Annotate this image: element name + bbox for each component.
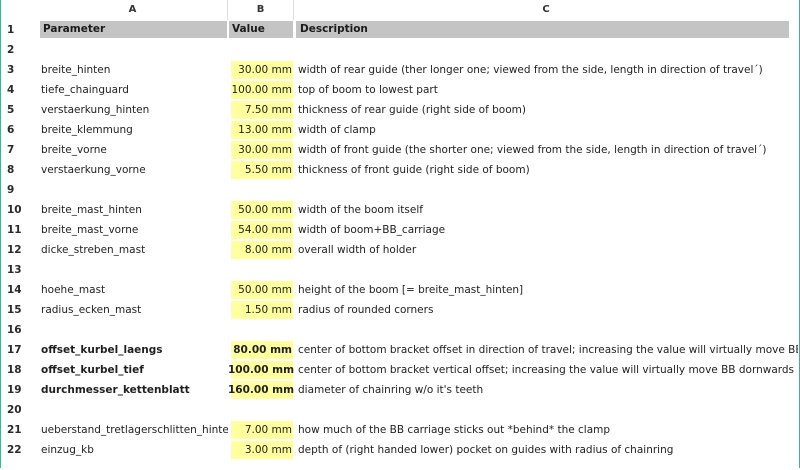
row-number[interactable]: 7: [1, 140, 38, 160]
value-cell[interactable]: 7.00 mm: [228, 420, 294, 440]
row-number[interactable]: 2: [1, 40, 38, 60]
description-cell[interactable]: how much of the BB carriage sticks out *…: [294, 420, 798, 440]
parameter-cell[interactable]: offset_kurbel_laengs: [38, 340, 228, 360]
description-cell[interactable]: top of boom to lowest part: [294, 80, 798, 100]
description-cell[interactable]: diameter of chainring w/o it's teeth: [294, 380, 798, 400]
parameter-cell[interactable]: breite_vorne: [38, 140, 228, 160]
value-cell[interactable]: 5.50 mm: [228, 160, 294, 180]
description-cell[interactable]: [294, 180, 798, 200]
row-number[interactable]: 12: [1, 240, 38, 260]
description-cell[interactable]: width of boom+BB_carriage: [294, 220, 798, 240]
value-cell[interactable]: 3.00 mm: [228, 440, 294, 460]
value-cell[interactable]: 8.00 mm: [228, 240, 294, 260]
value-cell[interactable]: 50.00 mm: [228, 280, 294, 300]
description-cell[interactable]: height of the boom [= breite_mast_hinten…: [294, 280, 798, 300]
column-header-c[interactable]: C: [294, 0, 798, 20]
value-cell[interactable]: 100.00 mm: [228, 80, 294, 100]
value-cell[interactable]: 100.00 mm: [228, 360, 294, 380]
parameter-cell[interactable]: [38, 400, 228, 420]
value-cell[interactable]: 1.50 mm: [228, 300, 294, 320]
parameter-cell[interactable]: hoehe_mast: [38, 280, 228, 300]
row-number[interactable]: 10: [1, 200, 38, 220]
description-cell[interactable]: width of rear guide (ther longer one; vi…: [294, 60, 798, 80]
description-cell[interactable]: [294, 260, 798, 280]
description-cell[interactable]: [294, 400, 798, 420]
parameter-cell[interactable]: verstaerkung_vorne: [38, 160, 228, 180]
value-cell[interactable]: 30.00 mm: [228, 140, 294, 160]
description-cell[interactable]: center of bottom bracket vertical offset…: [294, 360, 798, 380]
corner-cell[interactable]: [1, 0, 38, 20]
description-cell[interactable]: [294, 40, 798, 60]
value-cell[interactable]: [228, 400, 294, 420]
value-cell[interactable]: 80.00 mm: [228, 340, 294, 360]
description-cell[interactable]: width of clamp: [294, 120, 798, 140]
row-number[interactable]: 9: [1, 180, 38, 200]
value-cell[interactable]: 13.00 mm: [228, 120, 294, 140]
row-number[interactable]: 6: [1, 120, 38, 140]
parameter-cell[interactable]: einzug_kb: [38, 440, 228, 460]
row-number[interactable]: 21: [1, 420, 38, 440]
header-cell-value[interactable]: Value: [229, 21, 293, 38]
value-cell[interactable]: [228, 180, 294, 200]
parameter-cell[interactable]: offset_kurbel_tief: [38, 360, 228, 380]
parameter-cell[interactable]: radius_ecken_mast: [38, 300, 228, 320]
parameter-cell[interactable]: breite_hinten: [38, 60, 228, 80]
row-number[interactable]: 22: [1, 440, 38, 460]
description-cell[interactable]: [294, 320, 798, 340]
value-cell[interactable]: 54.00 mm: [228, 220, 294, 240]
value-cell[interactable]: 30.00 mm: [228, 60, 294, 80]
row-number[interactable]: 13: [1, 260, 38, 280]
row-number[interactable]: 4: [1, 80, 38, 100]
parameter-cell[interactable]: durchmesser_kettenblatt: [38, 380, 228, 400]
description-cell[interactable]: width of front guide (the shorter one; v…: [294, 140, 798, 160]
description-cell[interactable]: width of the boom itself: [294, 200, 798, 220]
row-number[interactable]: 15: [1, 300, 38, 320]
value-cell[interactable]: 50.00 mm: [228, 200, 294, 220]
parameter-cell[interactable]: breite_mast_vorne: [38, 220, 228, 240]
description-cell[interactable]: center of bottom bracket offset in direc…: [294, 340, 798, 360]
column-header-b[interactable]: B: [228, 0, 294, 20]
row-number[interactable]: 19: [1, 380, 38, 400]
value-cell[interactable]: 160.00 mm: [228, 380, 294, 400]
row-number[interactable]: 3: [1, 60, 38, 80]
header-cell-description[interactable]: Description: [296, 21, 789, 38]
description-cell[interactable]: overall width of holder: [294, 240, 798, 260]
row-number[interactable]: 8: [1, 160, 38, 180]
parameter-cell[interactable]: [38, 320, 228, 340]
description-cell[interactable]: depth of (right handed lower) pocket on …: [294, 440, 798, 460]
parameter-cell[interactable]: [38, 260, 228, 280]
parameter-cell[interactable]: [38, 180, 228, 200]
value-cell[interactable]: 7.50 mm: [228, 100, 294, 120]
parameter-cell[interactable]: tiefe_chainguard: [38, 80, 228, 100]
row-number[interactable]: 20: [1, 400, 38, 420]
row-number[interactable]: 18: [1, 360, 38, 380]
description-cell[interactable]: thickness of rear guide (right side of b…: [294, 100, 798, 120]
value-cell[interactable]: [228, 320, 294, 340]
header-cell-parameter[interactable]: Parameter: [40, 21, 227, 38]
row-number[interactable]: 11: [1, 220, 38, 240]
column-header-a[interactable]: A: [38, 0, 228, 20]
value-cell[interactable]: [228, 40, 294, 60]
parameter-cell[interactable]: dicke_streben_mast: [38, 240, 228, 260]
row-number[interactable]: 1: [1, 20, 38, 40]
description-cell[interactable]: thickness of front guide (right side of …: [294, 160, 798, 180]
row-number[interactable]: 5: [1, 100, 38, 120]
parameter-cell[interactable]: ueberstand_tretlagerschlitten_hinten: [38, 420, 228, 440]
description-cell[interactable]: radius of rounded corners: [294, 300, 798, 320]
row-number[interactable]: 14: [1, 280, 38, 300]
row-number[interactable]: 16: [1, 320, 38, 340]
value-cell[interactable]: [228, 260, 294, 280]
parameter-cell[interactable]: [38, 40, 228, 60]
parameter-cell[interactable]: verstaerkung_hinten: [38, 100, 228, 120]
row-number[interactable]: 17: [1, 340, 38, 360]
parameter-cell[interactable]: breite_klemmung: [38, 120, 228, 140]
parameter-cell[interactable]: breite_mast_hinten: [38, 200, 228, 220]
